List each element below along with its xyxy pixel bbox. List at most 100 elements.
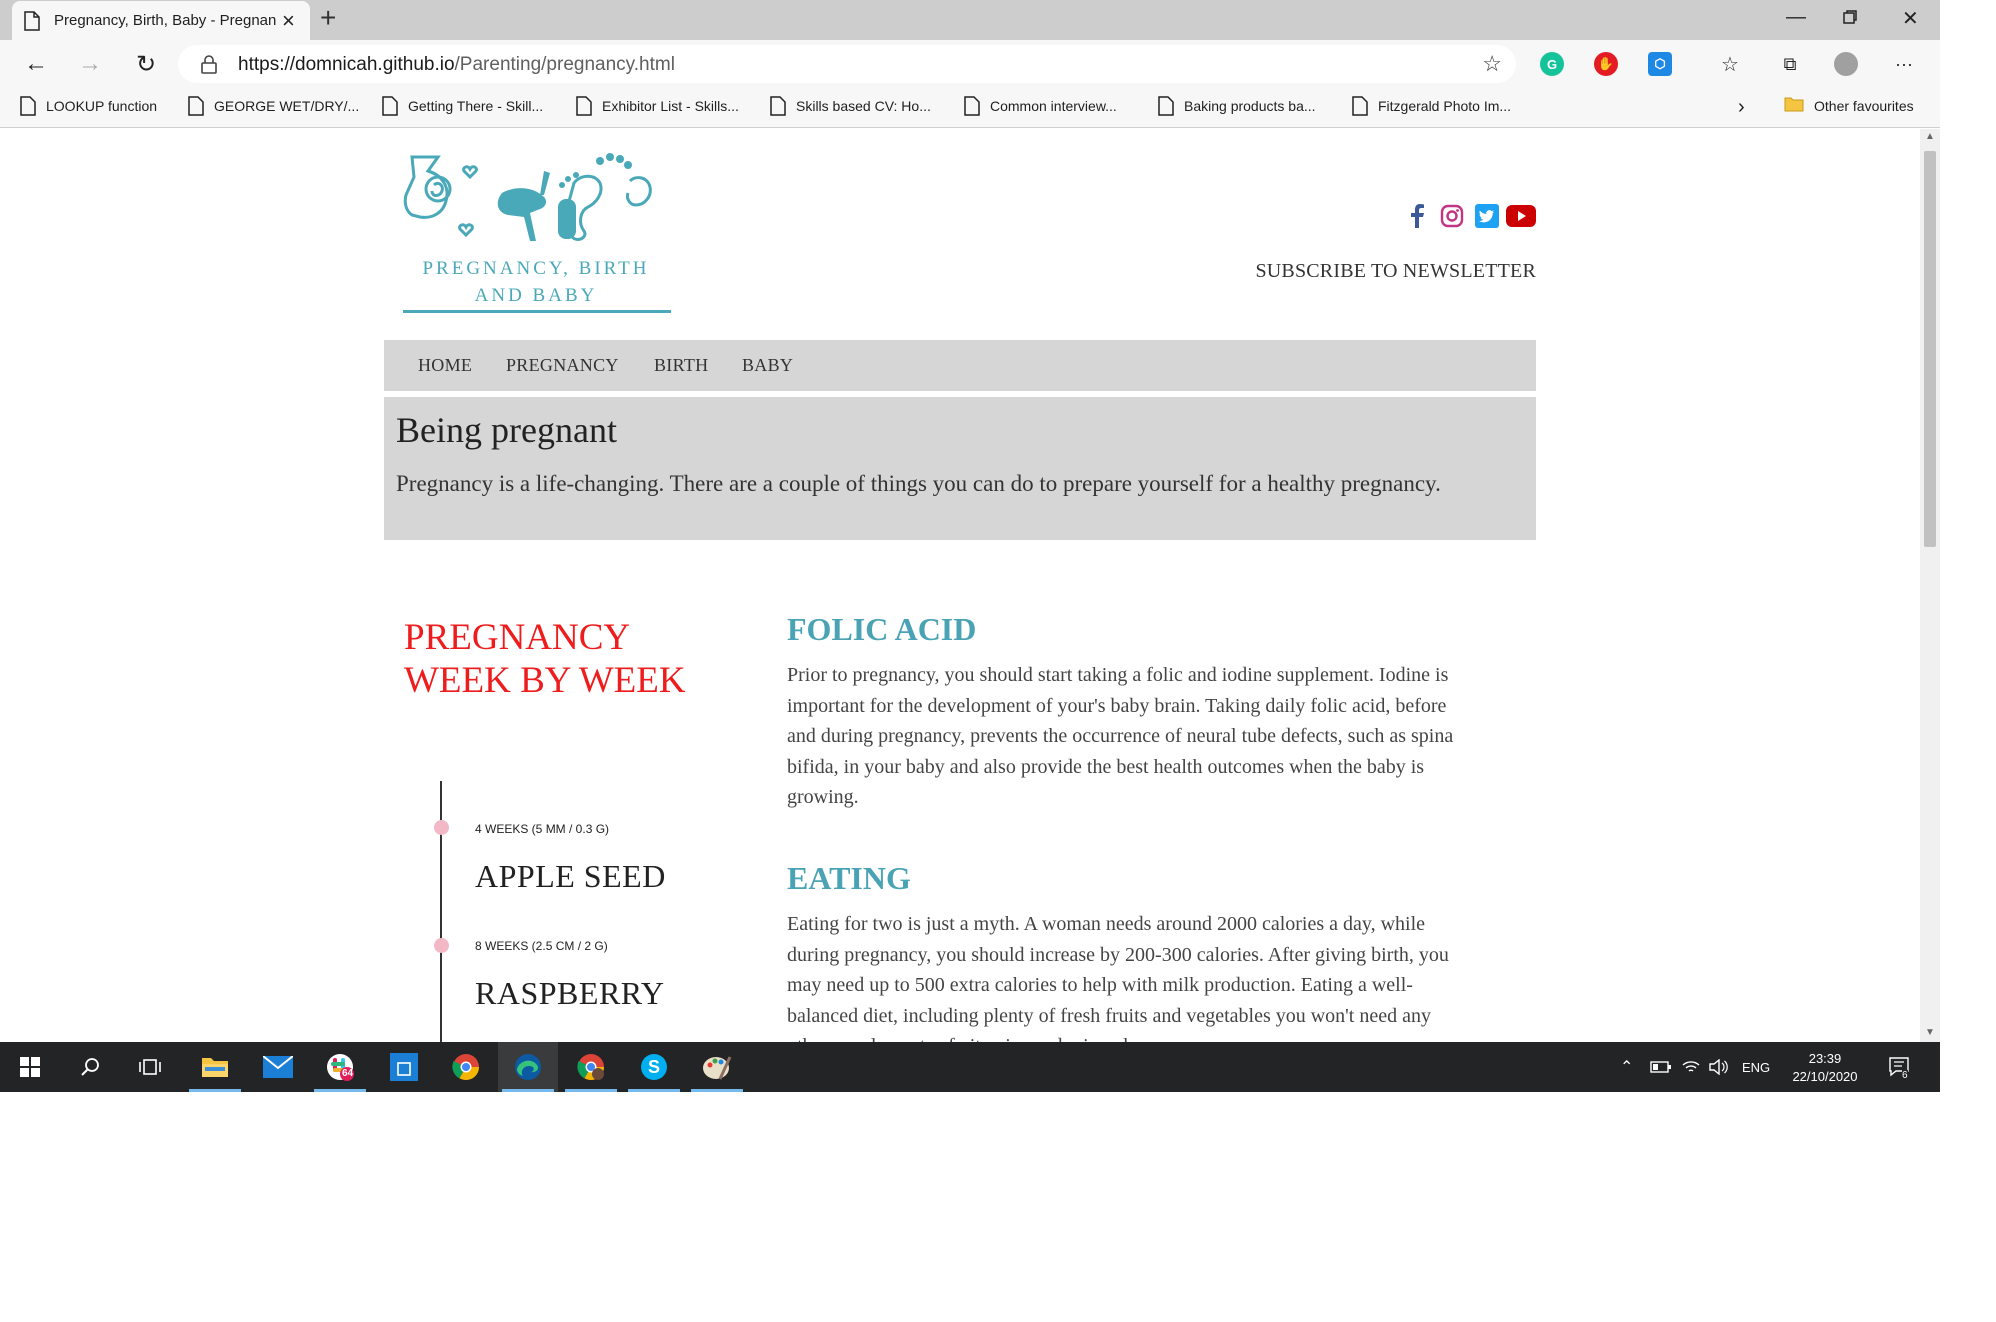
slack-badge: 64 bbox=[342, 1068, 354, 1079]
favourite-item[interactable]: Skills based CV: Ho... bbox=[770, 96, 931, 116]
edge-icon[interactable] bbox=[498, 1042, 558, 1092]
favourite-item[interactable]: Fitzgerald Photo Im... bbox=[1352, 96, 1511, 116]
menu-item-baby[interactable]: BABY bbox=[742, 355, 793, 376]
youtube-icon[interactable] bbox=[1506, 203, 1536, 229]
favourite-item[interactable]: Baking products ba... bbox=[1158, 96, 1316, 116]
back-icon[interactable]: ← bbox=[22, 50, 50, 78]
favourite-label: Fitzgerald Photo Im... bbox=[1378, 98, 1512, 114]
instagram-icon[interactable] bbox=[1439, 203, 1465, 229]
menu-item-birth[interactable]: BIRTH bbox=[654, 355, 708, 376]
adblock-icon[interactable]: ✋ bbox=[1594, 52, 1618, 76]
chevron-label: › bbox=[1738, 96, 1745, 118]
search-icon[interactable] bbox=[60, 1042, 120, 1092]
favourite-item[interactable]: Exhibitor List - Skills... bbox=[576, 96, 739, 116]
wifi-icon[interactable] bbox=[1682, 1042, 1700, 1092]
extension-icon[interactable]: ⬡ bbox=[1648, 52, 1672, 76]
favourite-label: Getting There - Skill... bbox=[408, 98, 544, 114]
favourites-list-icon[interactable]: ☆ bbox=[1716, 50, 1744, 78]
tray-chevron-icon[interactable]: ⌃ bbox=[1620, 1042, 1633, 1092]
browser-window: Pregnancy, Birth, Baby - Pregnancy × + —… bbox=[0, 0, 1940, 1092]
favourite-label: Baking products ba... bbox=[1184, 98, 1316, 114]
scrollbar-thumb[interactable] bbox=[1924, 151, 1936, 547]
favourite-item[interactable]: Getting There - Skill... bbox=[382, 96, 543, 116]
screen: Pregnancy, Birth, Baby - Pregnancy × + —… bbox=[0, 0, 1996, 1322]
volume-icon[interactable] bbox=[1708, 1042, 1728, 1092]
body-line: Prior to pregnancy, you should start tak… bbox=[787, 664, 1449, 686]
body-line: growing. bbox=[787, 786, 859, 808]
timeline-week-label: 4 WEEKS (5 MM / 0.3 G) bbox=[475, 822, 610, 836]
url-text: https://domnicah.github.io/Parenting/pre… bbox=[238, 54, 675, 76]
store-icon[interactable] bbox=[374, 1042, 434, 1092]
scroll-down-icon[interactable]: ▼ bbox=[1925, 1027, 1935, 1038]
favourite-label: LOOKUP function bbox=[46, 98, 158, 114]
favourites-bar: LOOKUP function GEORGE WET/DRY/... Getti… bbox=[0, 88, 1940, 128]
timeline-dot bbox=[434, 938, 449, 953]
favourite-item[interactable]: Common interview... bbox=[964, 96, 1117, 116]
notifications-icon[interactable]: 6 bbox=[1888, 1042, 1912, 1092]
new-tab-icon[interactable]: + bbox=[320, 4, 336, 32]
favourite-item[interactable]: GEORGE WET/DRY/... bbox=[188, 96, 359, 116]
favourite-item[interactable]: LOOKUP function bbox=[20, 96, 157, 116]
favourite-star-icon[interactable]: ☆ bbox=[1482, 51, 1502, 77]
forward-icon[interactable]: → bbox=[76, 50, 104, 78]
menu-item-home[interactable]: HOME bbox=[418, 355, 472, 376]
favourite-label: Common interview... bbox=[990, 98, 1117, 114]
paint-icon[interactable] bbox=[687, 1042, 747, 1092]
collections-icon[interactable]: ⧉ bbox=[1776, 50, 1804, 78]
twitter-icon[interactable] bbox=[1474, 203, 1500, 229]
address-bar[interactable]: https://domnicah.github.io/Parenting/pre… bbox=[178, 45, 1516, 83]
refresh-icon[interactable]: ↻ bbox=[132, 50, 160, 78]
language-indicator[interactable]: ENG bbox=[1742, 1042, 1770, 1092]
more-menu-icon[interactable]: ··· bbox=[1890, 50, 1918, 78]
chrome-icon[interactable] bbox=[436, 1042, 496, 1092]
folder-icon bbox=[1784, 96, 1804, 116]
grammarly-icon[interactable]: G bbox=[1540, 52, 1564, 76]
clock-time: 23:39 bbox=[1808, 1051, 1842, 1066]
slack-icon[interactable]: 64 bbox=[310, 1042, 370, 1092]
favourites-overflow-chevron-icon[interactable]: › bbox=[1738, 96, 1745, 119]
battery-icon[interactable] bbox=[1650, 1042, 1672, 1092]
page-icon bbox=[770, 96, 786, 116]
svg-text:S: S bbox=[648, 1057, 660, 1077]
body-line: Eating for two is just a myth. A woman n… bbox=[787, 913, 1426, 935]
logo-text: PREGNANCY, BIRTH AND BABY bbox=[422, 258, 650, 306]
body-line: important for the development of your's … bbox=[787, 694, 1447, 717]
web-page: PREGNANCY, BIRTH AND BABY SUBSCRIBE TO N… bbox=[0, 129, 1920, 1042]
page-scrollbar[interactable]: ▲ ▼ bbox=[1920, 129, 1940, 1042]
chrome-profile-icon[interactable] bbox=[561, 1042, 621, 1092]
clock-date: 22/10/2020 bbox=[1792, 1069, 1858, 1084]
page-icon bbox=[20, 96, 36, 116]
restore-icon[interactable] bbox=[1842, 8, 1858, 31]
scroll-up-icon[interactable]: ▲ bbox=[1925, 131, 1935, 142]
close-window-icon[interactable]: ✕ bbox=[1902, 6, 1919, 31]
hero-text: Pregnancy is a life-changing. There are … bbox=[396, 471, 1441, 496]
other-favourites[interactable]: Other favourites bbox=[1784, 96, 1914, 116]
subscribe-newsletter-link[interactable]: SUBSCRIBE TO NEWSLETTER bbox=[1180, 260, 1536, 283]
file-explorer-icon[interactable] bbox=[185, 1042, 245, 1092]
logo-underline bbox=[403, 310, 671, 313]
body-line: may need up to 500 extra calories to hel… bbox=[787, 974, 1413, 996]
close-tab-icon[interactable]: × bbox=[282, 9, 295, 32]
task-view-icon[interactable] bbox=[120, 1042, 180, 1092]
windows-taskbar: 64 S ⌃ ENG 23:39 22/10/2020 6 bbox=[0, 1042, 1940, 1092]
page-icon bbox=[576, 96, 592, 116]
browser-tab[interactable]: Pregnancy, Birth, Baby - Pregnancy × bbox=[12, 1, 310, 40]
address-row: ← → ↻ https://domnicah.github.io/Parenti… bbox=[0, 40, 1940, 88]
profile-avatar-icon[interactable] bbox=[1834, 52, 1858, 76]
tab-bar: Pregnancy, Birth, Baby - Pregnancy × + —… bbox=[0, 0, 1940, 40]
clock[interactable]: 23:39 22/10/2020 bbox=[1780, 1050, 1870, 1086]
page-icon bbox=[382, 96, 398, 116]
timeline-fruit: APPLE SEED bbox=[475, 858, 666, 894]
start-windows-icon[interactable] bbox=[0, 1042, 60, 1092]
favourite-label: Exhibitor List - Skills... bbox=[602, 98, 739, 114]
body-line: and during pregnancy, prevents the occur… bbox=[787, 725, 1454, 747]
section-body-eating: Eating for two is just a myth. A woman n… bbox=[787, 909, 1507, 1042]
body-line: other supplements of vitamins and minera… bbox=[787, 1031, 1507, 1042]
body-line: during pregnancy, you should increase by… bbox=[787, 943, 1449, 966]
skype-icon[interactable]: S bbox=[624, 1042, 684, 1092]
mail-icon[interactable] bbox=[248, 1042, 308, 1092]
menu-item-pregnancy[interactable]: PREGNANCY bbox=[506, 355, 619, 376]
timeline-fruit: RASPBERRY bbox=[475, 975, 665, 1011]
facebook-icon[interactable] bbox=[1404, 203, 1430, 229]
minimize-icon[interactable]: — bbox=[1786, 6, 1806, 29]
